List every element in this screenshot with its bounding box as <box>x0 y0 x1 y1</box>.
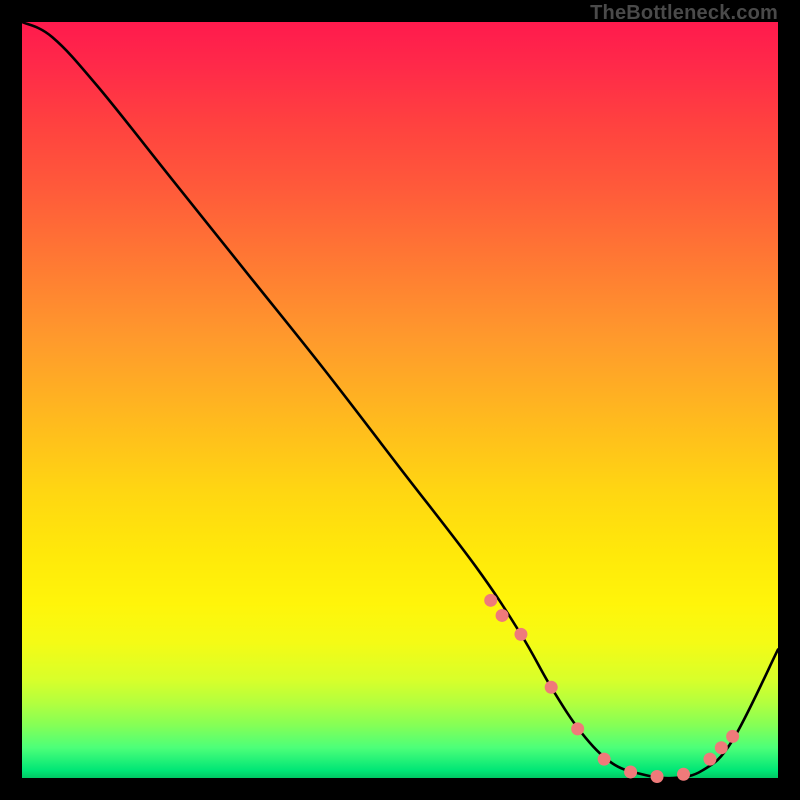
chart-stage: TheBottleneck.com <box>0 0 800 800</box>
floor-dot <box>545 681 558 694</box>
floor-dot <box>598 753 611 766</box>
floor-dot <box>571 722 584 735</box>
floor-dot <box>484 594 497 607</box>
attribution-text: TheBottleneck.com <box>590 2 778 25</box>
floor-dot <box>624 765 637 778</box>
plot-area <box>22 22 778 778</box>
floor-dot <box>703 753 716 766</box>
floor-dot <box>514 628 527 641</box>
chart-overlay <box>22 22 778 778</box>
floor-dot <box>496 609 509 622</box>
floor-dot <box>677 768 690 781</box>
bottleneck-curve <box>22 22 778 778</box>
floor-dots-group <box>484 594 739 783</box>
floor-dot <box>651 770 664 783</box>
floor-dot <box>715 741 728 754</box>
floor-dot <box>726 730 739 743</box>
